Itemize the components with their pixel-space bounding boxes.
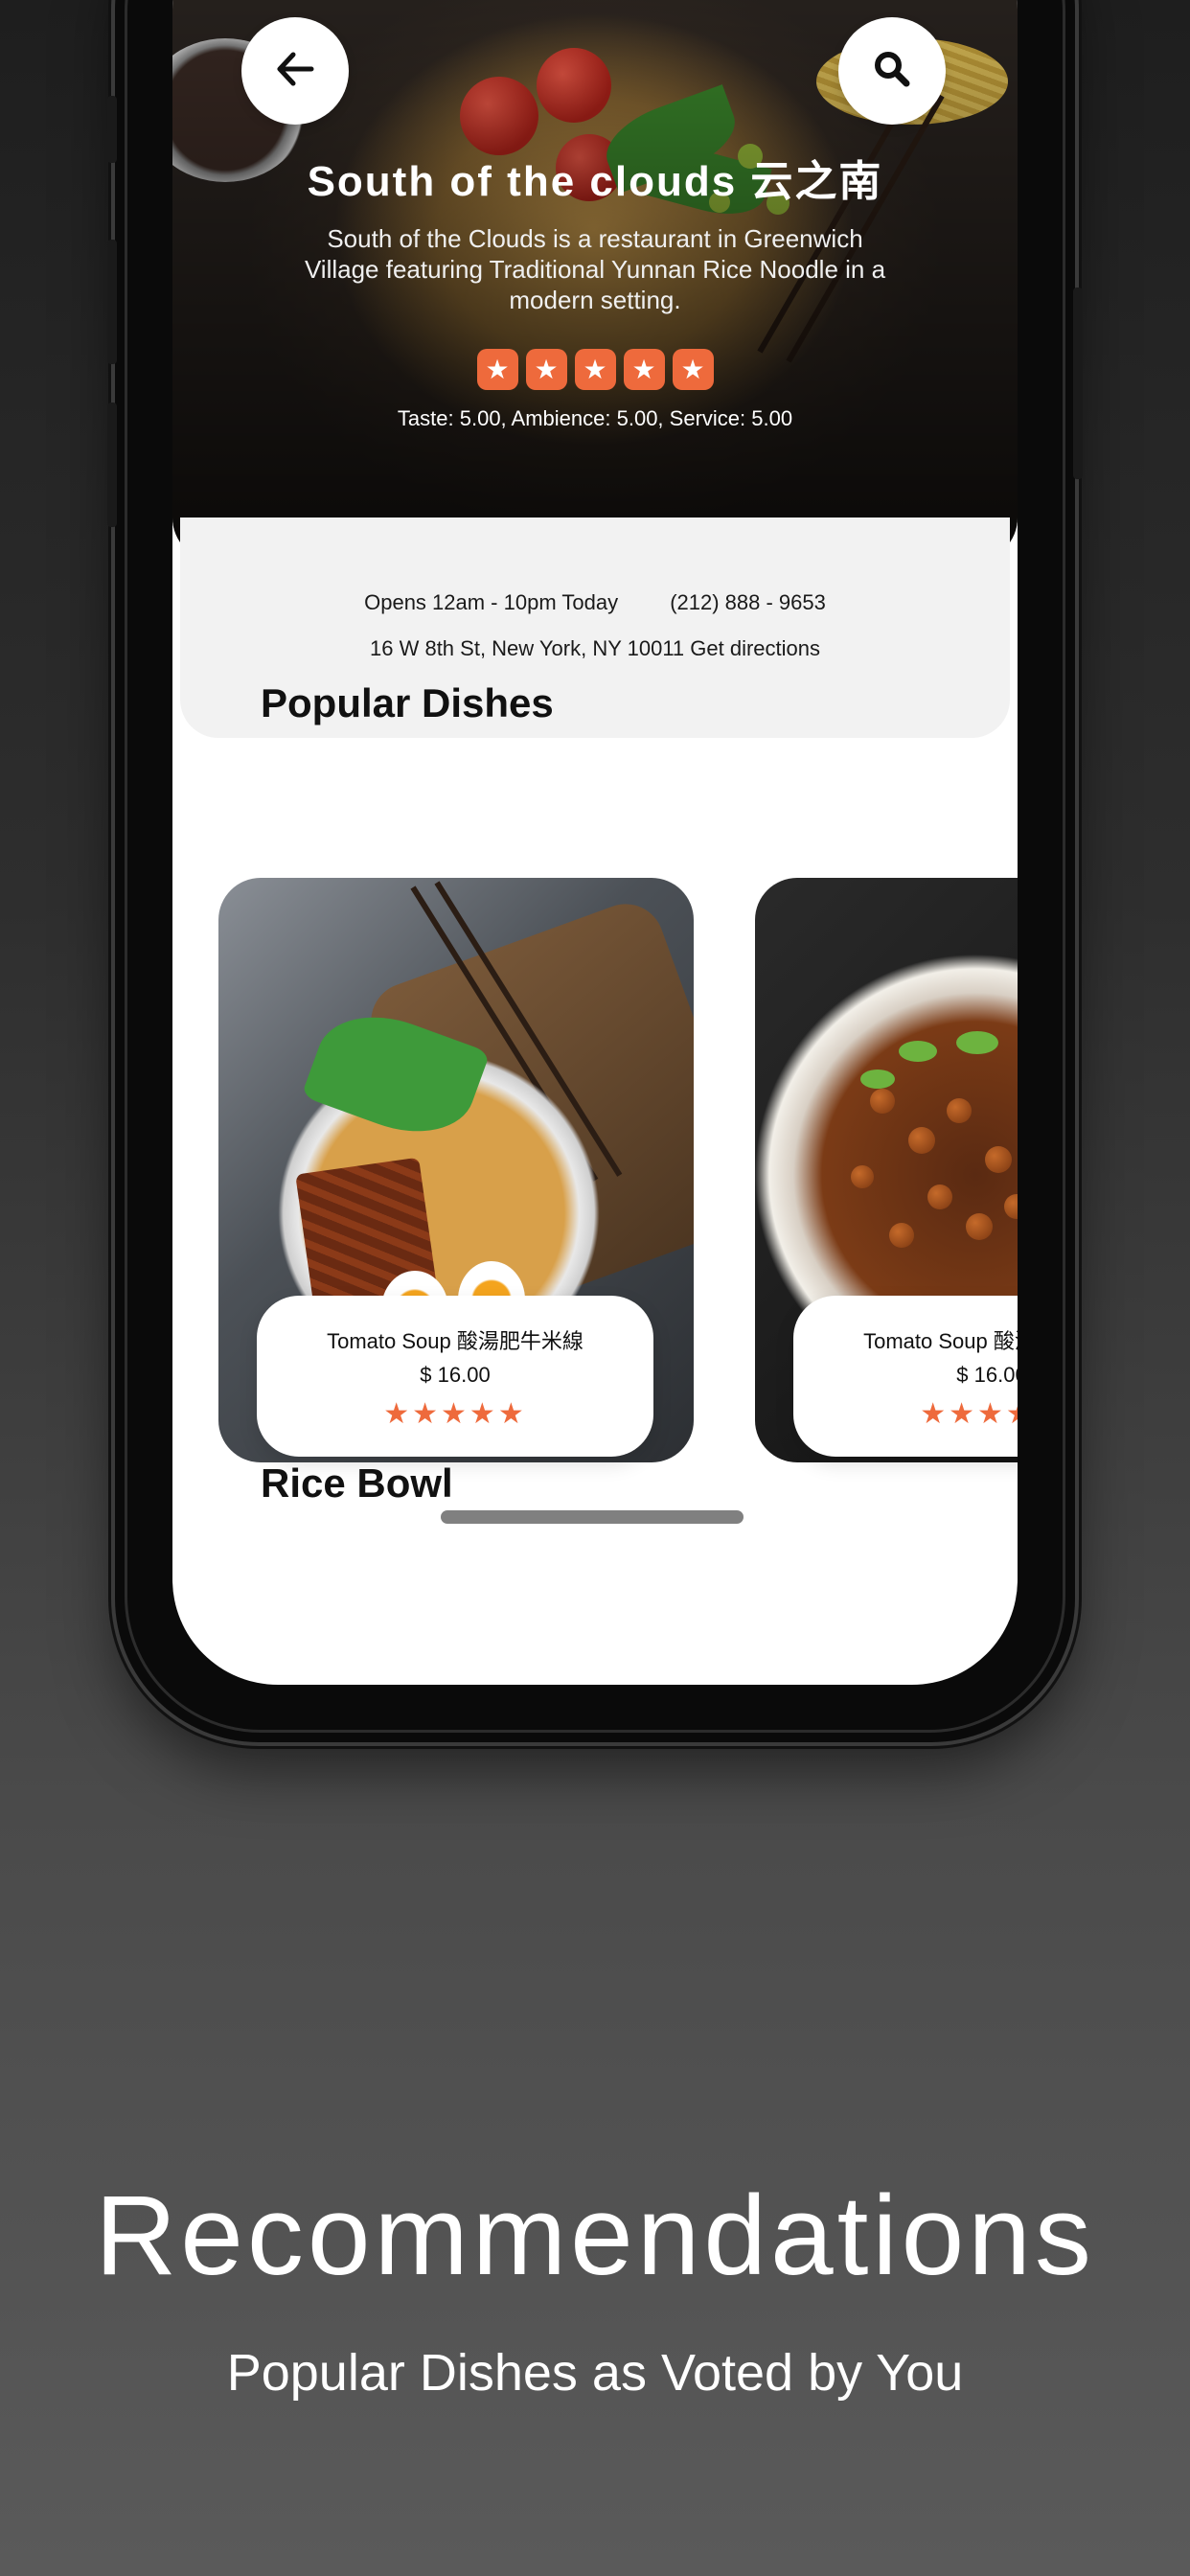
popular-dishes-heading: Popular Dishes [261,680,554,725]
search-button[interactable] [838,17,946,125]
dish-rating-stars: ★★★★★ [383,1398,527,1430]
sprout-image [860,1070,895,1089]
mute-switch [107,96,117,163]
star-icon: ★ [574,349,616,390]
bean-image [1004,1194,1018,1219]
dish-rating-stars: ★★★★★ [920,1398,1018,1430]
opening-hours: Opens 12am - 10pm Today [364,590,619,614]
restaurant-description: South of the Clouds is a restaurant in G… [304,224,886,314]
phone-number[interactable]: (212) 888 - 9653 [670,590,826,614]
dish-price: $ 16.00 [956,1363,1018,1387]
bean-image [985,1146,1012,1173]
dish-price: $ 16.00 [420,1363,491,1387]
sprout-image [899,1041,937,1062]
rating-breakdown: Taste: 5.00, Ambience: 5.00, Service: 5.… [397,406,793,430]
dish-info-card[interactable]: Tomato Soup 酸湯肥牛米線 $ 16.00 ★★★★★ [257,1296,653,1457]
bean-image [966,1213,993,1240]
arrow-left-icon [276,52,314,91]
bean-image [851,1165,874,1188]
restaurant-name: South of the clouds 云之南 [307,158,883,205]
promo-headline: Recommendations [95,2173,1095,2299]
bean-image [947,1098,972,1123]
star-icon: ★ [476,349,518,390]
dish-name: Tomato Soup 酸湯肥牛米線 [863,1329,1018,1353]
volume-down-button [107,402,117,527]
address-link[interactable]: 16 W 8th St, New York, NY 10011 Get dire… [180,636,1010,661]
star-icon: ★ [623,349,665,390]
app-screen: South of the clouds 云之南 South of the Clo… [172,0,1018,1685]
sprout-image [956,1031,998,1054]
star-icon: ★ [672,349,714,390]
rating-stars: ★ ★ ★ ★ ★ [172,349,1018,390]
bean-image [927,1184,952,1209]
restaurant-hero: South of the clouds 云之南 South of the Clo… [172,0,1018,562]
hours-phone-row: Opens 12am - 10pm Today (212) 888 - 9653 [180,590,1010,615]
dish-name: Tomato Soup 酸湯肥牛米線 [327,1329,584,1353]
promo-subheadline: Popular Dishes as Voted by You [226,2344,964,2402]
search-icon [873,50,911,93]
home-indicator[interactable] [441,1510,744,1524]
bean-image [870,1089,895,1114]
power-button [1073,288,1083,479]
phone-frame: South of the clouds 云之南 South of the Clo… [107,0,1083,1742]
rice-bowl-heading: Rice Bowl [261,1460,453,1506]
volume-up-button [107,240,117,364]
star-icon: ★ [525,349,567,390]
dish-info-card[interactable]: Tomato Soup 酸湯肥牛米線 $ 16.00 ★★★★★ [793,1296,1018,1457]
bean-image [908,1127,935,1154]
bean-image [889,1223,914,1248]
back-button[interactable] [241,17,349,125]
